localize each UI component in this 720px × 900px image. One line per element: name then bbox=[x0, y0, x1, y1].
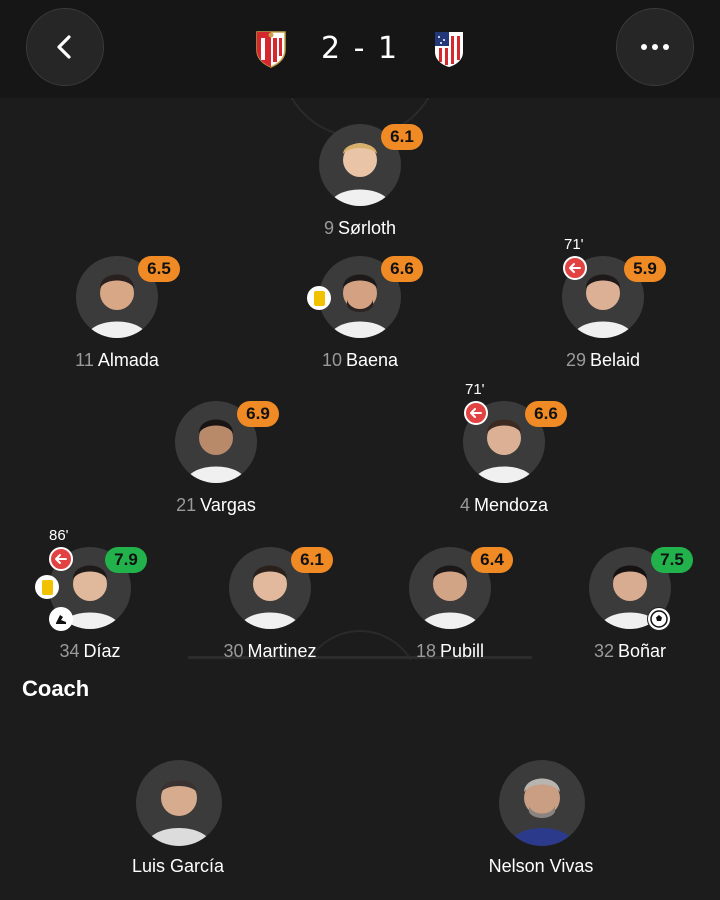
rating-badge: 6.6 bbox=[525, 401, 567, 427]
player-diaz[interactable]: 7.9 86' 34 Díaz bbox=[15, 527, 165, 671]
coach-home[interactable]: Luis García bbox=[78, 760, 278, 900]
sevilla-crest-icon bbox=[256, 31, 286, 68]
rating-badge: 6.4 bbox=[471, 547, 513, 573]
rating-badge: 5.9 bbox=[624, 256, 666, 282]
player-name: 29 Belaid bbox=[565, 350, 641, 370]
sub-off-arrow-icon bbox=[563, 256, 587, 280]
rating-badge: 6.6 bbox=[381, 256, 423, 282]
player-name: 34 Díaz bbox=[59, 641, 121, 661]
player-belaid[interactable]: 5.9 71' 29 Belaid bbox=[528, 236, 678, 380]
player-name: 11 Almada bbox=[75, 350, 159, 370]
rating-badge: 6.1 bbox=[291, 547, 333, 573]
sub-off-arrow-icon bbox=[49, 547, 73, 571]
score-text: 2 - 1 bbox=[320, 30, 400, 66]
player-name: 18 Pubill bbox=[415, 641, 485, 661]
player-almada[interactable]: 6.5 11 Almada bbox=[42, 256, 192, 380]
rating-badge: 7.5 bbox=[651, 547, 693, 573]
player-vargas[interactable]: 6.9 21 Vargas bbox=[141, 401, 291, 525]
sub-off-arrow-icon bbox=[464, 401, 488, 425]
player-name: 32 Boñar bbox=[593, 641, 667, 661]
player-bonar[interactable]: 7.5 32 Boñar bbox=[555, 547, 705, 671]
yellow-card-icon bbox=[307, 286, 331, 310]
atletico-madrid-crest-icon bbox=[434, 32, 463, 67]
rating-badge: 6.5 bbox=[138, 256, 180, 282]
coach-photo bbox=[136, 760, 222, 846]
player-name: 30 Martinez bbox=[223, 641, 317, 661]
rating-badge: 7.9 bbox=[105, 547, 147, 573]
more-options-button[interactable] bbox=[616, 8, 694, 86]
back-button[interactable] bbox=[26, 8, 104, 86]
ellipsis-icon bbox=[641, 44, 669, 50]
player-baena[interactable]: 6.6 10 Baena bbox=[285, 256, 435, 380]
coach-away[interactable]: Nelson Vivas bbox=[441, 760, 641, 900]
player-mendoza[interactable]: 6.6 71' 4 Mendoza bbox=[429, 381, 579, 525]
rating-badge: 6.9 bbox=[237, 401, 279, 427]
goal-ball-icon bbox=[647, 607, 671, 631]
coach-name: Luis García bbox=[131, 856, 225, 876]
assist-boot-icon bbox=[49, 607, 73, 631]
substitution-minute: 71' bbox=[465, 381, 485, 398]
coach-section-title: Coach bbox=[22, 676, 90, 701]
player-sorloth[interactable]: 6.1 9 Sørloth bbox=[285, 124, 435, 248]
player-name: 21 Vargas bbox=[176, 495, 256, 515]
player-name: 4 Mendoza bbox=[459, 495, 549, 515]
substitution-minute: 86' bbox=[49, 527, 69, 544]
player-name: 10 Baena bbox=[321, 350, 399, 370]
match-header: 2 - 1 bbox=[0, 0, 720, 98]
scoreline: 2 - 1 bbox=[254, 28, 466, 68]
substitution-minute: 71' bbox=[564, 236, 584, 253]
yellow-card-icon bbox=[35, 575, 59, 599]
coach-name: Nelson Vivas bbox=[488, 856, 594, 876]
chevron-left-icon bbox=[57, 35, 71, 59]
player-martinez[interactable]: 6.1 30 Martinez bbox=[195, 547, 345, 671]
player-pubill[interactable]: 6.4 18 Pubill bbox=[375, 547, 525, 671]
rating-badge: 6.1 bbox=[381, 124, 423, 150]
player-name: 9 Sørloth bbox=[323, 218, 397, 238]
coach-photo bbox=[499, 760, 585, 846]
